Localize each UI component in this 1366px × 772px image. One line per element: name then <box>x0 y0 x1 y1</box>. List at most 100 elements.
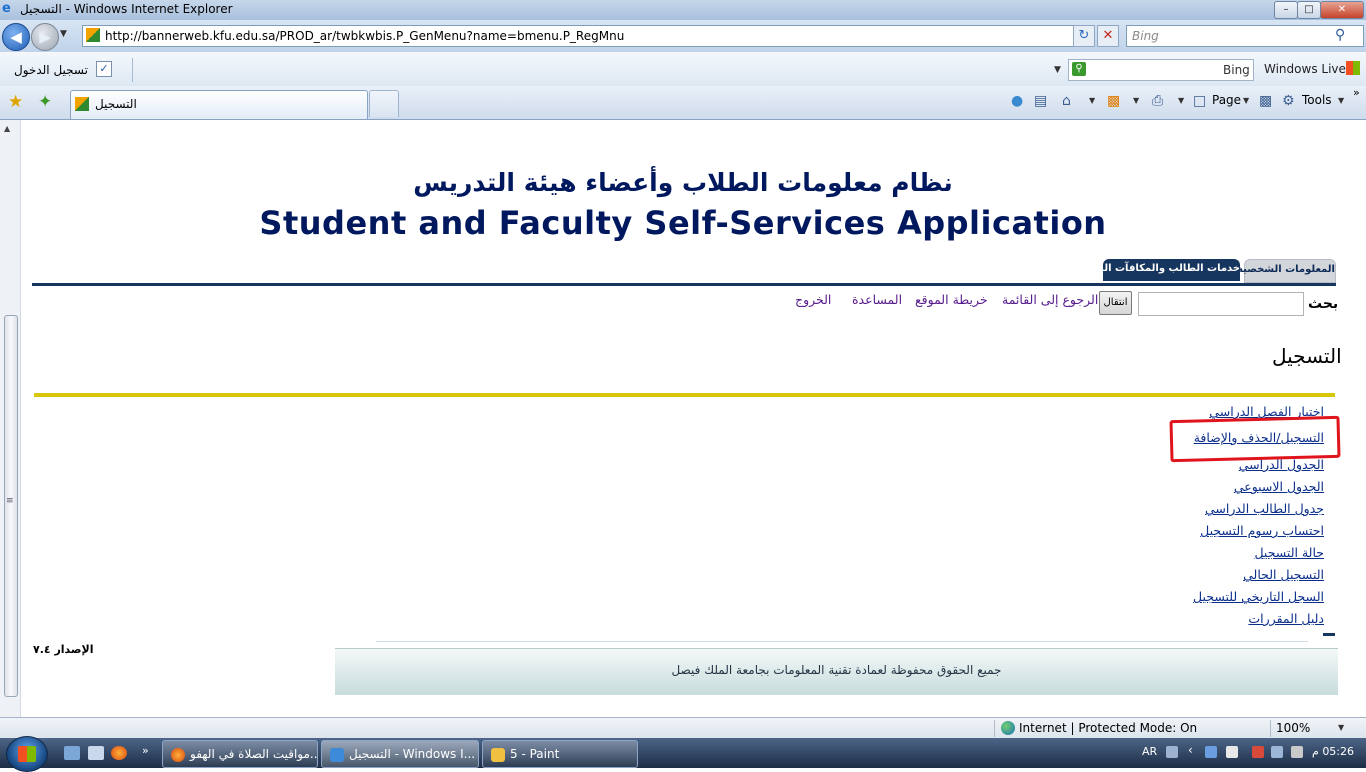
menu-link-student-schedule[interactable]: جدول الطالب الدراسي <box>1205 501 1324 516</box>
menu-link-current-registration[interactable]: التسجيل الحالي <box>1243 567 1324 582</box>
menu-link-course-catalog[interactable]: دليل المقررات <box>1248 611 1324 626</box>
scrollbar-thumb[interactable] <box>4 315 18 697</box>
heading-divider <box>34 393 1335 397</box>
checkmark-icon[interactable]: ✓ <box>96 61 112 77</box>
bing-dropdown-icon[interactable]: ▼ <box>1054 65 1061 75</box>
zoom-dropdown-icon[interactable]: ▼ <box>1338 723 1344 732</box>
login-link[interactable]: تسجيل الدخول <box>14 63 88 77</box>
live-search-engine: Bing <box>1223 63 1250 77</box>
stop-button[interactable]: ✕ <box>1097 25 1119 47</box>
new-tab-button[interactable] <box>369 90 399 117</box>
maximize-button[interactable]: □ <box>1297 1 1321 19</box>
close-button[interactable]: ✕ <box>1320 1 1364 19</box>
taskbar: » مواقيت الصلاة في الهفو... التسجيل - Wi… <box>0 736 1366 772</box>
show-desktop-icon[interactable] <box>64 746 80 760</box>
page-title-english: Student and Faculty Self-Services Applic… <box>259 204 1107 242</box>
print-icon[interactable]: ⎙ <box>1152 93 1163 109</box>
scroll-grip-icon: ≡ <box>6 496 14 506</box>
search-input[interactable]: Bing ⚲ <box>1126 25 1364 47</box>
security-alert-icon[interactable] <box>1252 746 1264 758</box>
site-search-input[interactable] <box>1138 292 1304 316</box>
back-button[interactable]: ◀ <box>2 23 30 51</box>
firefox-icon <box>171 747 185 762</box>
menu-link-registration-status[interactable]: حالة التسجيل <box>1254 545 1324 560</box>
refresh-button[interactable]: ↻ <box>1073 25 1095 47</box>
go-button[interactable]: انتقال <box>1099 291 1132 315</box>
quicklaunch-overflow-icon[interactable]: » <box>142 744 149 757</box>
menu-link-fee-assessment[interactable]: احتساب رسوم التسجيل <box>1200 523 1324 538</box>
help-link[interactable]: المساعدة <box>852 292 902 307</box>
tray-app-icon[interactable] <box>1226 746 1238 758</box>
forward-button[interactable]: ▶ <box>31 23 59 51</box>
red-highlight-annotation <box>1169 415 1341 463</box>
page-dropdown-icon[interactable]: ▼ <box>1243 96 1249 105</box>
page-menu[interactable]: Page <box>1212 93 1241 107</box>
copyright-text: جميع الحقوق محفوظة لعمادة تقنية المعلوما… <box>671 663 1002 677</box>
keyboard-icon[interactable] <box>1166 746 1178 758</box>
taskbar-item-label: 5 - Paint <box>510 747 560 761</box>
security-zone-text[interactable]: Internet | Protected Mode: On <box>1019 721 1197 735</box>
safety-icon[interactable]: ▩ <box>1259 93 1272 109</box>
tools-menu[interactable]: Tools <box>1302 93 1332 107</box>
windows-flag-icon <box>1346 61 1360 75</box>
tab-label: التسجيل <box>95 97 137 111</box>
toolbar-divider <box>132 58 133 82</box>
live-search-input[interactable]: ⚲ Bing <box>1068 59 1254 81</box>
home-icon[interactable]: ⌂ <box>1062 93 1071 109</box>
logout-link[interactable]: الخروج <box>795 292 831 307</box>
volume-icon[interactable] <box>1291 746 1303 758</box>
title-bar: e التسجيل - Windows Internet Explorer – … <box>0 0 1366 20</box>
menu-link-weekly-schedule[interactable]: الجدول الاسبوعي <box>1234 479 1324 494</box>
favorites-star-icon[interactable]: ★ <box>8 92 23 112</box>
search-label: بحث <box>1308 296 1339 312</box>
users-icon[interactable] <box>1205 746 1217 758</box>
status-bar: Internet | Protected Mode: On 100% ▼ <box>0 717 1366 739</box>
add-favorites-icon[interactable]: ✦ <box>38 92 52 112</box>
window-title: التسجيل - Windows Internet Explorer <box>20 2 233 16</box>
search-placeholder: Bing <box>1132 29 1159 43</box>
zoom-level[interactable]: 100% <box>1276 721 1310 735</box>
gear-icon[interactable]: ⚙ <box>1282 93 1295 109</box>
site-favicon-icon <box>86 28 100 42</box>
footer-rule <box>376 641 1308 642</box>
ie-icon <box>330 747 344 762</box>
minimize-button[interactable]: – <box>1274 1 1298 19</box>
tab-student-services[interactable]: خدمات الطالب والمكافآت المالية <box>1080 259 1240 281</box>
taskbar-item-ie[interactable]: التسجيل - Windows I... <box>321 740 479 768</box>
home-dropdown-icon[interactable]: ▼ <box>1089 96 1095 105</box>
firefox-icon[interactable] <box>111 746 127 760</box>
page-footer: جميع الحقوق محفوظة لعمادة تقنية المعلوما… <box>335 648 1338 695</box>
switch-windows-icon[interactable] <box>88 746 104 760</box>
feeds-icon[interactable]: ▩ <box>1107 93 1120 109</box>
toolbar-overflow-icon[interactable]: » <box>1353 86 1360 99</box>
network-icon[interactable] <box>1271 746 1283 758</box>
start-button[interactable] <box>6 736 48 772</box>
tools-dropdown-icon[interactable]: ▼ <box>1338 96 1344 105</box>
research-icon[interactable]: ▤ <box>1034 93 1047 109</box>
tab-personal-info[interactable]: المعلومات الشخصية <box>1237 259 1336 283</box>
scroll-up-icon[interactable]: ▲ <box>4 124 10 133</box>
connect-icon[interactable]: ● <box>1011 93 1023 109</box>
tab-bar: ★ ✦ التسجيل ● ▤ ⌂ ▼ ▩ ▼ ⎙ ▼ □ Page ▼ ▩ ⚙… <box>0 86 1366 120</box>
feeds-dropdown-icon[interactable]: ▼ <box>1133 96 1139 105</box>
back-to-menu-link[interactable]: الرجوع إلى القائمة <box>1002 292 1098 307</box>
print-dropdown-icon[interactable]: ▼ <box>1178 96 1184 105</box>
taskbar-item-firefox[interactable]: مواقيت الصلاة في الهفو... <box>162 740 318 768</box>
taskbar-item-label: مواقيت الصلاة في الهفو... <box>190 747 318 761</box>
windows-live-label[interactable]: Windows Live <box>1264 62 1346 76</box>
search-icon[interactable]: ⚲ <box>1072 62 1086 76</box>
clock[interactable]: 05:26 م <box>1312 745 1354 758</box>
status-divider <box>994 720 995 737</box>
search-icon[interactable]: ⚲ <box>1335 27 1345 43</box>
url-text[interactable]: http://bannerweb.kfu.edu.sa/PROD_ar/twbk… <box>105 29 624 43</box>
menu-link-registration-history[interactable]: السجل التاريخي للتسجيل <box>1193 589 1324 604</box>
tray-expand-icon[interactable]: ‹ <box>1188 743 1193 757</box>
page-icon[interactable]: □ <box>1193 93 1206 109</box>
taskbar-item-paint[interactable]: 5 - Paint <box>482 740 638 768</box>
language-indicator[interactable]: AR <box>1142 745 1157 758</box>
taskbar-item-label: التسجيل - Windows I... <box>349 747 476 761</box>
address-bar[interactable]: http://bannerweb.kfu.edu.sa/PROD_ar/twbk… <box>82 25 1148 47</box>
history-dropdown-icon[interactable]: ▼ <box>60 29 67 39</box>
site-map-link[interactable]: خريطة الموقع <box>915 292 988 307</box>
tab-active[interactable]: التسجيل <box>70 90 368 119</box>
